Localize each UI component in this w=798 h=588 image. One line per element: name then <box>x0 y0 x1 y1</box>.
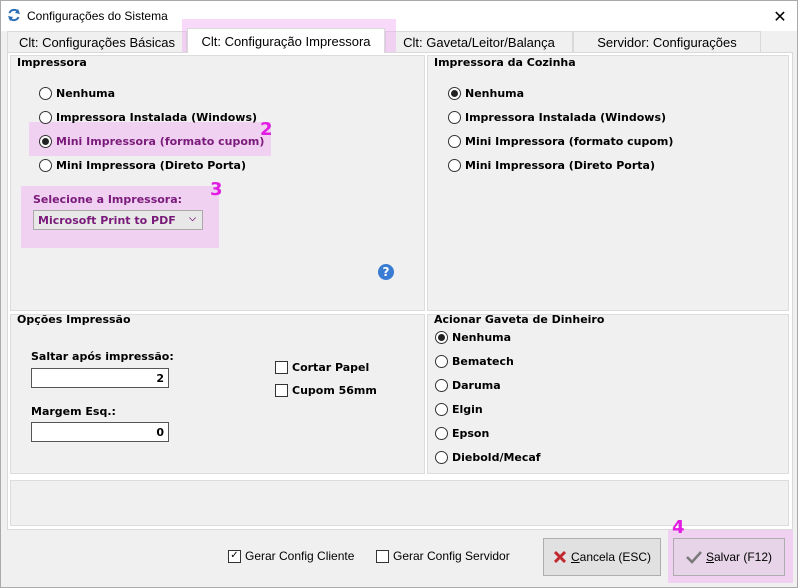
title-bar: Configurações do Sistema ✕ <box>1 1 797 31</box>
radio-label: Nenhuma <box>452 331 512 344</box>
tab-servidor-configuracoes[interactable]: Servidor: Configurações <box>573 31 761 53</box>
radio-label: Impressora Instalada (Windows) <box>465 111 667 124</box>
settings-window: Configurações do Sistema ✕ Clt: Configur… <box>0 0 798 588</box>
tab-gaveta-leitor-balanca[interactable]: Clt: Gaveta/Leitor/Balança <box>385 31 573 53</box>
close-icon <box>553 550 567 564</box>
cozinha-option-mini-porta[interactable]: Mini Impressora (Direto Porta) <box>448 159 655 172</box>
radio-icon <box>435 403 448 416</box>
refresh-icon <box>8 8 20 22</box>
impressora-panel: Impressora 2 Nenhuma Impressora Instalad… <box>10 55 425 311</box>
radio-icon <box>435 427 448 440</box>
radio-icon <box>39 87 52 100</box>
gaveta-option-epson[interactable]: Epson <box>435 427 489 440</box>
gerar-config-cliente-checkbox[interactable]: ✓ Gerar Config Cliente <box>228 549 354 563</box>
radio-icon <box>39 159 52 172</box>
help-icon[interactable]: ? <box>378 264 394 280</box>
radio-icon <box>435 451 448 464</box>
checkbox-label: Cupom 56mm <box>292 384 377 397</box>
gaveta-option-elgin[interactable]: Elgin <box>435 403 483 416</box>
cupom-56mm-checkbox[interactable]: Cupom 56mm <box>275 384 377 397</box>
radio-label: Bematech <box>452 355 514 368</box>
annotation-3: 3 <box>210 179 223 200</box>
gaveta-panel: Acionar Gaveta de Dinheiro Nenhuma Bemat… <box>427 313 789 474</box>
tab-configuracoes-basicas[interactable]: Clt: Configurações Básicas <box>7 31 187 53</box>
tab-label: Clt: Gaveta/Leitor/Balança <box>403 35 555 50</box>
saltar-input[interactable]: 2 <box>31 368 169 388</box>
impressora-option-mini-porta[interactable]: Mini Impressora (Direto Porta) <box>39 159 246 172</box>
saltar-label: Saltar após impressão: <box>31 350 174 363</box>
impressora-option-nenhuma[interactable]: Nenhuma <box>39 87 115 100</box>
tab-bar: Clt: Configurações Básicas Clt: Configur… <box>1 28 798 53</box>
impressora-option-mini-cupom[interactable]: Mini Impressora (formato cupom) <box>39 135 264 148</box>
cozinha-panel: Impressora da Cozinha Nenhuma Impressora… <box>427 55 789 311</box>
radio-label: Epson <box>452 427 490 440</box>
radio-icon <box>435 331 448 344</box>
radio-label: Mini Impressora (formato cupom) <box>56 135 265 148</box>
radio-icon <box>448 135 461 148</box>
opcoes-impressao-panel: Opções Impressão Saltar após impressão: … <box>10 313 425 474</box>
impressora-option-instalada[interactable]: Impressora Instalada (Windows) <box>39 111 257 124</box>
impressora-title: Impressora <box>17 56 87 69</box>
checkmark-icon <box>686 551 702 564</box>
select-printer-label: Selecione a Impressora: <box>33 193 183 206</box>
checkbox-icon <box>275 384 288 397</box>
window-title: Configurações do Sistema <box>27 9 168 23</box>
radio-label: Nenhuma <box>56 87 116 100</box>
printer-select-value: Microsoft Print to PDF <box>38 213 176 227</box>
radio-label: Nenhuma <box>465 87 525 100</box>
gaveta-option-nenhuma[interactable]: Nenhuma <box>435 331 511 344</box>
gaveta-option-diebold[interactable]: Diebold/Mecaf <box>435 451 541 464</box>
cozinha-title: Impressora da Cozinha <box>434 56 576 69</box>
cortar-papel-checkbox[interactable]: Cortar Papel <box>275 361 369 374</box>
checkbox-icon <box>376 549 389 563</box>
radio-label: Diebold/Mecaf <box>452 451 541 464</box>
radio-icon <box>435 355 448 368</box>
cancel-label: Cancela (ESC) <box>570 550 652 564</box>
tab-label: Clt: Configuração Impressora <box>201 33 371 49</box>
gaveta-option-bematech[interactable]: Bematech <box>435 355 514 368</box>
tab-label: Clt: Configurações Básicas <box>18 35 176 50</box>
close-button[interactable]: ✕ <box>763 1 797 31</box>
checkbox-icon <box>275 361 288 374</box>
cozinha-option-nenhuma[interactable]: Nenhuma <box>448 87 524 100</box>
annotation-4: 4 <box>672 517 685 538</box>
cozinha-option-instalada[interactable]: Impressora Instalada (Windows) <box>448 111 666 124</box>
radio-label: Mini Impressora (Direto Porta) <box>56 159 247 172</box>
radio-icon <box>435 379 448 392</box>
cozinha-option-mini-cupom[interactable]: Mini Impressora (formato cupom) <box>448 135 673 148</box>
margem-input[interactable]: 0 <box>31 422 169 442</box>
radio-label: Daruma <box>452 379 501 392</box>
gaveta-option-daruma[interactable]: Daruma <box>435 379 501 392</box>
checkbox-label: Gerar Config Cliente <box>245 549 355 563</box>
radio-label: Mini Impressora (formato cupom) <box>465 135 674 148</box>
gerar-config-servidor-checkbox[interactable]: Gerar Config Servidor <box>376 549 510 563</box>
printer-select[interactable]: Microsoft Print to PDF ⌵ <box>33 210 203 230</box>
opcoes-title: Opções Impressão <box>17 313 131 326</box>
radio-label: Elgin <box>452 403 483 416</box>
radio-icon <box>448 159 461 172</box>
radio-label: Mini Impressora (Direto Porta) <box>465 159 656 172</box>
checkbox-label: Gerar Config Servidor <box>393 549 510 563</box>
checkbox-icon: ✓ <box>228 549 241 563</box>
radio-icon <box>448 87 461 100</box>
radio-label: Impressora Instalada (Windows) <box>56 111 258 124</box>
tab-content: Impressora 2 Nenhuma Impressora Instalad… <box>7 52 793 530</box>
radio-icon <box>39 135 52 148</box>
save-label: Salvar (F12) <box>705 550 773 564</box>
close-icon: ✕ <box>773 6 787 26</box>
save-button[interactable]: Salvar (F12) <box>673 538 785 576</box>
radio-icon <box>448 111 461 124</box>
chevron-down-icon: ⌵ <box>189 214 196 224</box>
gaveta-title: Acionar Gaveta de Dinheiro <box>434 313 605 326</box>
margem-label: Margem Esq.: <box>31 405 116 418</box>
tab-label: Servidor: Configurações <box>597 35 737 50</box>
cancel-button[interactable]: Cancela (ESC) <box>543 538 661 576</box>
checkbox-label: Cortar Papel <box>292 361 370 374</box>
tab-configuracao-impressora[interactable]: Clt: Configuração Impressora <box>187 28 385 53</box>
radio-icon <box>39 111 52 124</box>
